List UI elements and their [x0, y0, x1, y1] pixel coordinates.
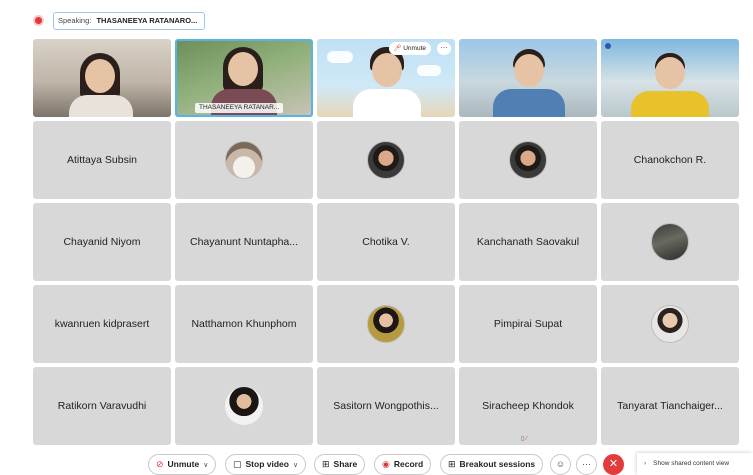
- more-options-button[interactable]: ···: [576, 454, 597, 475]
- participant-tile[interactable]: [317, 285, 455, 363]
- stop-video-label: Stop video: [245, 459, 289, 469]
- participant-tile[interactable]: Chayanid Niyom: [33, 203, 171, 281]
- participant-tile[interactable]: Natthamon Khunphom: [175, 285, 313, 363]
- participant-tile[interactable]: Chotika V.: [317, 203, 455, 281]
- breakout-label: Breakout sessions: [459, 459, 536, 469]
- breakout-sessions-button[interactable]: ⊞ Breakout sessions: [440, 454, 544, 475]
- participant-name: Chayanunt Nuntapha...: [190, 236, 298, 248]
- mic-muted-icon: ⊘: [156, 459, 164, 469]
- participant-name: Ratikorn Varavudhi: [57, 400, 147, 412]
- tile-unmute-button[interactable]: 🎤︎ Unmute: [388, 42, 431, 55]
- participant-tile[interactable]: [601, 203, 739, 281]
- chevron-down-icon[interactable]: ∨: [203, 462, 208, 469]
- participant-body: [493, 89, 565, 117]
- stop-video-button[interactable]: ▢ Stop video ∨: [225, 454, 307, 475]
- record-button[interactable]: ◉ Record: [374, 454, 432, 475]
- participant-body: [69, 95, 133, 117]
- participant-tile[interactable]: Sasitorn Wongpothis...: [317, 367, 455, 445]
- record-label: Record: [393, 459, 424, 469]
- participant-tile[interactable]: kwanruen kidprasert: [33, 285, 171, 363]
- shared-content-label: Show shared content view: [653, 460, 730, 467]
- participant-name: kwanruen kidprasert: [54, 318, 150, 330]
- participant-tile[interactable]: Tanyarat Tianchaiger...: [601, 367, 739, 445]
- participant-name: Pimpirai Supat: [493, 318, 563, 330]
- participant-tile[interactable]: [459, 121, 597, 199]
- share-label: Share: [333, 459, 358, 469]
- speaking-name: THASANEEYA RATANARO...: [96, 16, 198, 25]
- avatar: [367, 141, 405, 179]
- participant-tile[interactable]: [175, 121, 313, 199]
- background-cloud: [327, 51, 353, 63]
- leave-meeting-button[interactable]: ✕: [603, 454, 624, 475]
- participant-name: Kanchanath Saovakul: [476, 236, 580, 248]
- video-camera-icon: ▢: [233, 459, 242, 469]
- avatar: [225, 141, 263, 179]
- participant-tile[interactable]: Ratikorn Varavudhi: [33, 367, 171, 445]
- participant-tile[interactable]: Chanokchon R.: [601, 121, 739, 199]
- video-filmstrip: THASANEEYA RATANAR... 🎤︎ Unmute ···: [33, 39, 739, 117]
- chevron-right-icon: ›: [644, 460, 647, 467]
- participant-tile[interactable]: [601, 285, 739, 363]
- video-tile-name: THASANEEYA RATANAR...: [195, 103, 284, 113]
- participant-name: Tanyarat Tianchaiger...: [617, 400, 723, 412]
- participant-name: Chotika V.: [362, 236, 410, 248]
- participant-body: [631, 91, 709, 117]
- participant-name: Chanokchon R.: [633, 154, 707, 166]
- avatar: [509, 141, 547, 179]
- unmute-button[interactable]: ⊘ Unmute ∨: [148, 454, 217, 475]
- participant-body: [353, 89, 421, 117]
- video-tile[interactable]: [33, 39, 171, 117]
- participant-face: [85, 59, 115, 93]
- avatar: [651, 305, 689, 343]
- video-tile-active-speaker[interactable]: THASANEEYA RATANAR...: [175, 39, 313, 117]
- participant-tile[interactable]: Siracheep Khondok ▯ ∕: [459, 367, 597, 445]
- mic-muted-icon: 🎤︎: [392, 45, 402, 52]
- shared-content-toggle[interactable]: › Show shared content view: [637, 453, 753, 475]
- record-icon: ◉: [382, 459, 390, 469]
- tile-more-button[interactable]: ···: [437, 42, 451, 55]
- active-speaker-indicator: Speaking: THASANEEYA RATANARO...: [53, 12, 205, 30]
- participant-tile[interactable]: Chayanunt Nuntapha...: [175, 203, 313, 281]
- unmute-label: Unmute: [167, 459, 200, 469]
- participant-face: [655, 57, 685, 89]
- avatar: [225, 387, 263, 425]
- speaking-label: Speaking:: [58, 16, 92, 25]
- participant-tile[interactable]: [317, 121, 455, 199]
- meeting-topbar: Speaking: THASANEEYA RATANARO...: [0, 0, 753, 38]
- participant-name: Atittaya Subsin: [66, 154, 138, 166]
- breakout-icon: ⊞: [448, 459, 456, 469]
- video-tile[interactable]: [601, 39, 739, 117]
- participant-name: Sasitorn Wongpothis...: [333, 400, 439, 412]
- share-button[interactable]: ⊞ Share: [314, 454, 366, 475]
- record-indicator-icon: [33, 15, 44, 26]
- participant-tile[interactable]: Atittaya Subsin: [33, 121, 171, 199]
- participant-face: [514, 54, 544, 87]
- participant-face: [372, 53, 402, 87]
- participant-face: [228, 52, 258, 86]
- participant-grid: Atittaya Subsin Chanokchon R. Chayanid N…: [33, 121, 739, 445]
- mic-muted-icon: ▯ ∕: [521, 436, 527, 442]
- participant-tile[interactable]: Kanchanath Saovakul: [459, 203, 597, 281]
- reaction-icon[interactable]: ☺: [550, 454, 571, 475]
- participant-name: Siracheep Khondok: [482, 400, 574, 412]
- organization-logo-icon: [605, 43, 611, 49]
- video-tile[interactable]: [459, 39, 597, 117]
- avatar: [367, 305, 405, 343]
- participant-tile[interactable]: Pimpirai Supat: [459, 285, 597, 363]
- tile-unmute-label: Unmute: [403, 45, 426, 52]
- participant-tile[interactable]: [175, 367, 313, 445]
- avatar: [651, 223, 689, 261]
- video-tile[interactable]: 🎤︎ Unmute ···: [317, 39, 455, 117]
- participant-name: Chayanid Niyom: [63, 236, 141, 248]
- chevron-down-icon[interactable]: ∨: [293, 462, 298, 469]
- share-icon: ⊞: [322, 459, 330, 469]
- background-cloud: [417, 65, 441, 76]
- participant-name: Natthamon Khunphom: [191, 318, 297, 330]
